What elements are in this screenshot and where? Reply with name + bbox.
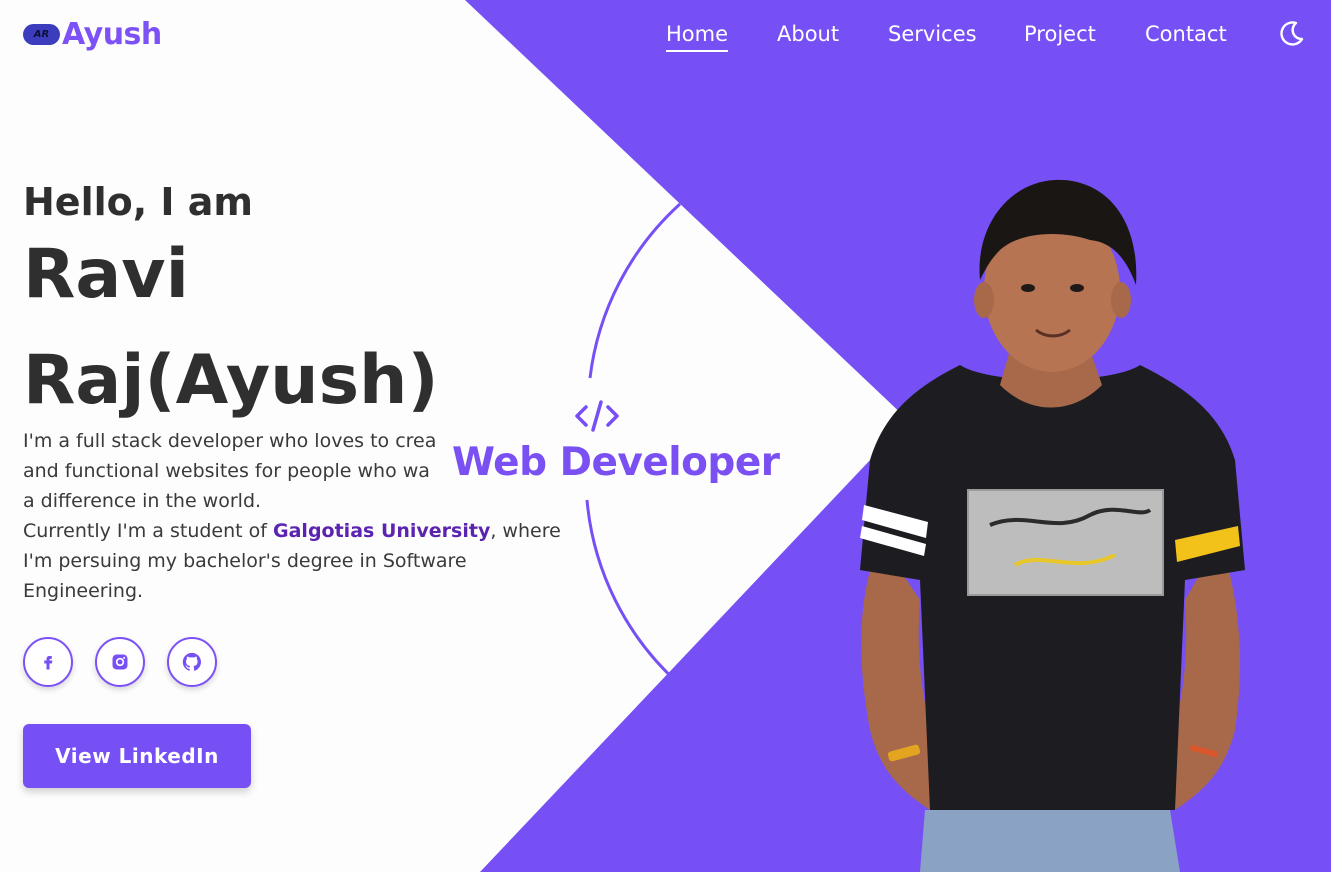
code-icon bbox=[575, 400, 619, 432]
description-line: Currently I'm a student of Galgotias Uni… bbox=[23, 516, 568, 546]
instagram-icon bbox=[112, 654, 128, 670]
nav-about[interactable]: About bbox=[777, 22, 839, 46]
logo-badge: AR bbox=[23, 24, 60, 45]
nav-services[interactable]: Services bbox=[888, 22, 977, 46]
moon-icon[interactable] bbox=[1276, 19, 1306, 49]
facebook-link[interactable] bbox=[23, 637, 73, 687]
nav-home[interactable]: Home bbox=[666, 22, 729, 52]
profile-photo bbox=[860, 179, 1245, 872]
role-title: Web Developer bbox=[452, 440, 780, 485]
instagram-link[interactable] bbox=[95, 637, 145, 687]
main-nav: Home About Services Project Contact bbox=[651, 22, 1331, 62]
view-linkedin-button[interactable]: View LinkedIn bbox=[23, 724, 251, 788]
nav-contact[interactable]: Contact bbox=[1145, 22, 1227, 46]
description-line: Engineering. bbox=[23, 580, 144, 602]
description-line: a difference in the world. bbox=[23, 490, 262, 512]
hero-greeting: Hello, I am bbox=[23, 180, 254, 224]
nav-project[interactable]: Project bbox=[1024, 22, 1096, 46]
facebook-icon bbox=[44, 656, 53, 670]
github-icon bbox=[182, 652, 201, 671]
university-name: Galgotias University bbox=[273, 520, 491, 542]
brand-name: Ayush bbox=[62, 17, 162, 52]
github-link[interactable] bbox=[167, 637, 217, 687]
description-line: I'm persuing my bachelor's degree in Sof… bbox=[23, 550, 467, 572]
hero-name: Ravi Raj(Ayush) bbox=[23, 235, 439, 420]
brand-logo[interactable]: AR Ayush bbox=[23, 17, 162, 52]
description-text: Currently I'm a student of bbox=[23, 520, 274, 542]
description-text: , where bbox=[490, 520, 561, 542]
social-links bbox=[23, 637, 217, 687]
